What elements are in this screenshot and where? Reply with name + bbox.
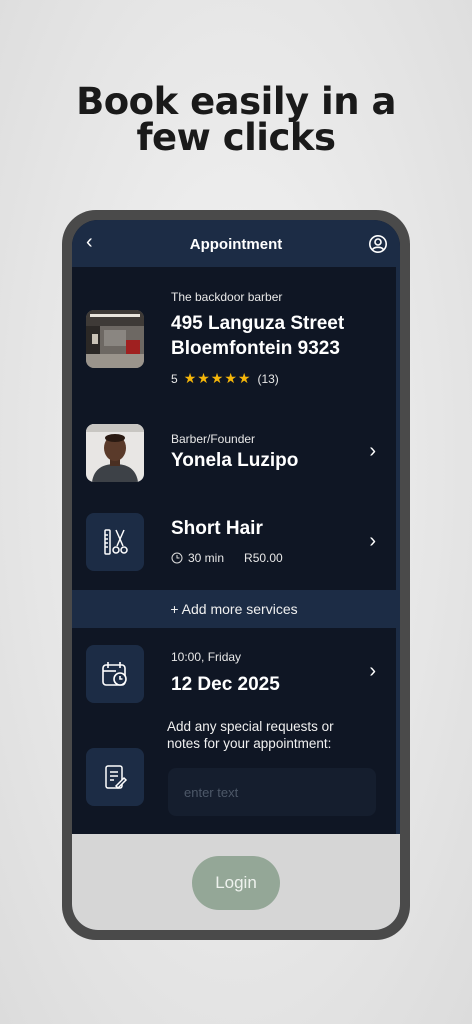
- barber-row[interactable]: Barber/Founder Yonela Luzipo ›: [72, 410, 400, 490]
- clock-icon: [171, 552, 183, 564]
- rating-value: 5: [171, 371, 178, 386]
- shop-address-line-2: Bloemfontein 9323: [171, 338, 340, 359]
- service-name: Short Hair: [171, 518, 263, 539]
- add-more-services-button[interactable]: + Add more services: [72, 590, 396, 628]
- chevron-right-icon[interactable]: ›: [369, 530, 376, 553]
- chevron-right-icon[interactable]: ›: [369, 440, 376, 463]
- chevron-right-icon[interactable]: ›: [369, 660, 376, 683]
- calendar-clock-icon: [86, 645, 144, 703]
- appointment-time-day: 10:00, Friday: [171, 650, 242, 664]
- barber-avatar: [86, 424, 144, 482]
- headline-line-1: Book easily in a: [76, 80, 396, 123]
- app-bar: ‹ Appointment: [72, 220, 400, 267]
- barber-name: Yonela Luzipo: [171, 450, 299, 471]
- phone-frame: ‹ Appointment The backdoor barber 495 La…: [62, 210, 410, 940]
- headline-line-2: few clicks: [136, 116, 336, 159]
- comb-scissors-icon: [86, 513, 144, 571]
- barber-role: Barber/Founder: [171, 432, 256, 446]
- notepad-pen-icon: [86, 748, 144, 806]
- datetime-row[interactable]: 10:00, Friday 12 Dec 2025 ›: [72, 632, 400, 712]
- shop-rating: 5 ★★★★★ (13): [171, 370, 279, 387]
- service-price: R50.00: [244, 551, 283, 565]
- page-title: Appointment: [189, 236, 283, 253]
- rating-count: (13): [257, 371, 279, 386]
- shop-name: The backdoor barber: [171, 290, 283, 304]
- shop-photo: [86, 310, 144, 368]
- promo-headline: Book easily in a few clicks: [0, 80, 472, 159]
- app-screen: ‹ Appointment The backdoor barber 495 La…: [72, 220, 400, 930]
- shop-address-line-1: 495 Languza Street: [171, 313, 345, 334]
- footer-panel: Login: [72, 834, 400, 930]
- service-meta: 30 min R50.00: [171, 551, 283, 565]
- user-circle-icon[interactable]: [368, 234, 388, 254]
- service-row[interactable]: Short Hair 30 min R50.00 ›: [72, 500, 400, 580]
- shop-info-row: The backdoor barber 495 Languza Street B…: [72, 267, 400, 387]
- login-button[interactable]: Login: [192, 856, 280, 910]
- notes-input[interactable]: [168, 768, 376, 816]
- appointment-date: 12 Dec 2025: [171, 674, 280, 695]
- notes-label: Add any special requests or notes for yo…: [167, 719, 334, 751]
- star-rating-icon: ★★★★★: [183, 370, 252, 386]
- service-duration: 30 min: [188, 551, 225, 565]
